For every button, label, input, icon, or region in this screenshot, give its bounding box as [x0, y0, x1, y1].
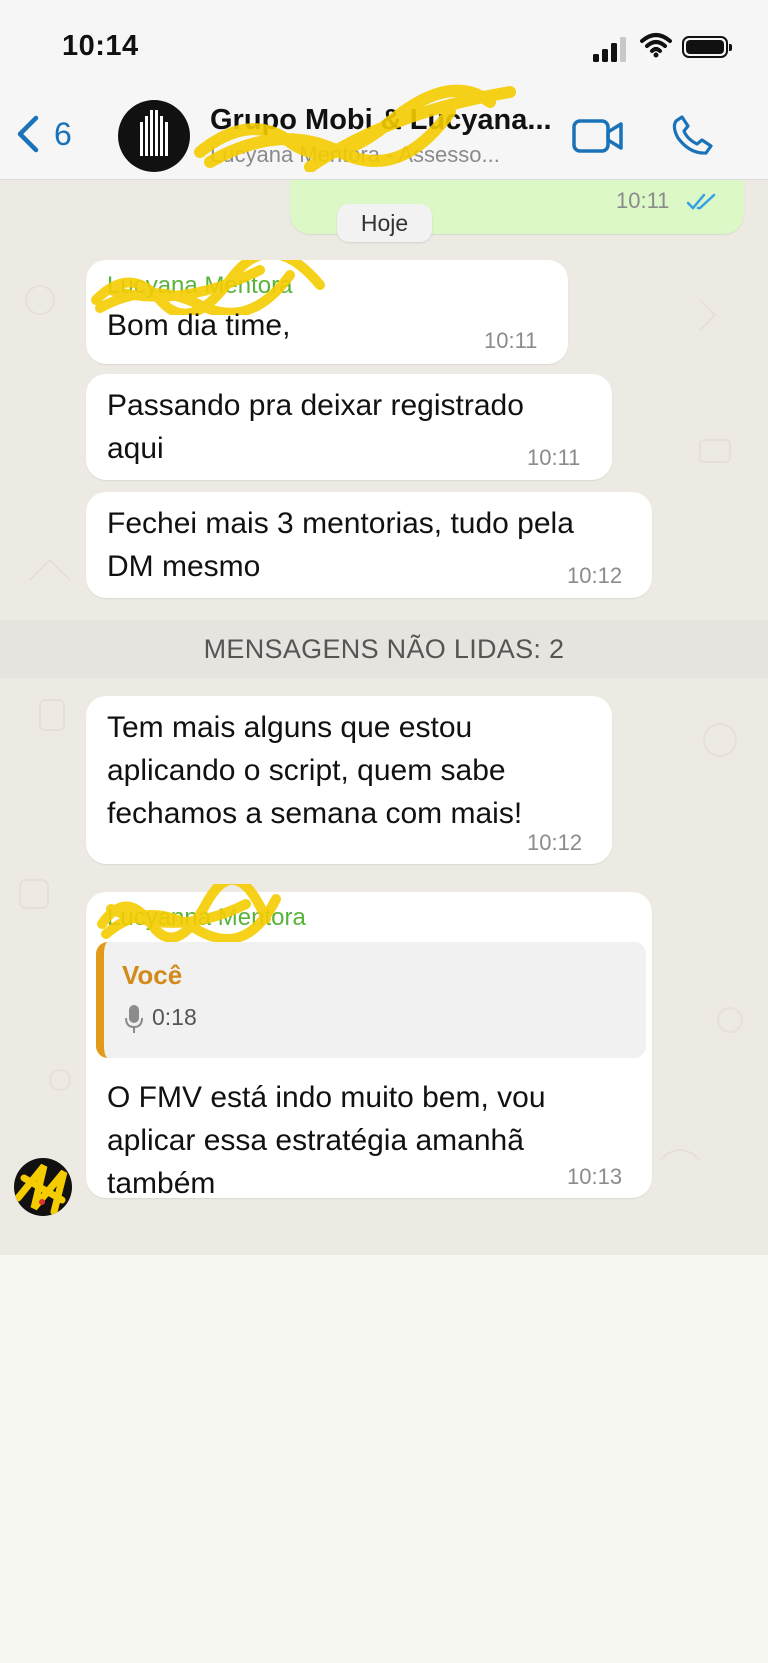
status-bar: 10:14: [0, 0, 768, 100]
quoted-message[interactable]: Você 0:18: [96, 942, 646, 1058]
sender-avatar[interactable]: [14, 1158, 72, 1216]
signal-icon: [593, 37, 626, 62]
message-time: 10:11: [527, 445, 581, 470]
message-text-line: DM mesmo: [107, 550, 261, 583]
unread-chats-count: 6: [54, 115, 72, 152]
message-sender[interactable]: Lucyanna Mentora: [107, 904, 306, 932]
back-button[interactable]: 6: [14, 114, 72, 154]
incoming-message-bubble[interactable]: Passando pra deixar registrado aqui 10:1…: [86, 374, 612, 480]
incoming-message-bubble[interactable]: Tem mais alguns que estou aplicando o sc…: [86, 696, 612, 864]
double-check-icon: [686, 193, 716, 210]
message-time: 10:13: [567, 1164, 623, 1189]
message-text-line: aplicando o script, quem sabe: [107, 754, 506, 787]
phone-call-icon[interactable]: [672, 114, 714, 156]
incoming-message-bubble[interactable]: Fechei mais 3 mentorias, tudo pela DM me…: [86, 492, 652, 598]
message-text-line: O FMV está indo muito bem, vou: [107, 1081, 546, 1114]
building-logo-icon: [140, 110, 168, 156]
message-time: 10:12: [527, 830, 583, 855]
chat-header: 6 Grupo Mobi & Lucyana... Lucyana Mentor…: [0, 84, 768, 180]
message-text-line: fechamos a semana com mais!: [107, 797, 523, 830]
chat-title[interactable]: Grupo Mobi & Lucyana...: [210, 104, 550, 137]
redaction-scribble: [14, 1163, 68, 1216]
wifi-icon: [640, 33, 672, 58]
message-text-line: também: [107, 1167, 216, 1200]
message-time: 10:11: [616, 188, 670, 213]
date-separator: Hoje: [337, 204, 432, 242]
status-time: 10:14: [62, 30, 139, 62]
message-text-line: Fechei mais 3 mentorias, tudo pela: [107, 507, 574, 540]
message-text-line: aplicar essa estratégia amanhã: [107, 1124, 524, 1157]
message-text-line: Tem mais alguns que estou: [107, 711, 473, 744]
video-call-icon[interactable]: [572, 118, 624, 154]
message-text-line: aqui: [107, 432, 164, 465]
voice-note-duration: 0:18: [152, 1004, 197, 1030]
chat-area[interactable]: 10:11 Hoje Lucyana Mentora Bom dia time,…: [0, 180, 768, 1255]
message-text-line: Passando pra deixar registrado: [107, 389, 524, 422]
unread-messages-divider: MENSAGENS NÃO LIDAS: 2: [0, 620, 768, 678]
group-avatar[interactable]: [118, 100, 190, 172]
message-sender[interactable]: Lucyana Mentora: [107, 272, 292, 300]
incoming-message-bubble[interactable]: Lucyana Mentora Bom dia time, 10:11: [86, 260, 568, 364]
incoming-reply-bubble[interactable]: Lucyanna Mentora Você 0:18 O FMV está in…: [86, 884, 652, 1200]
back-chevron-icon: [17, 115, 39, 153]
microphone-icon: [125, 1005, 143, 1033]
chat-participants[interactable]: Lucyana Mentora - Assesso...: [210, 142, 560, 168]
battery-icon: [682, 36, 732, 58]
message-time: 10:12: [567, 563, 623, 588]
message-time: 10:11: [484, 328, 538, 353]
message-text: Bom dia time,: [107, 309, 291, 342]
quoted-sender: Você: [122, 960, 183, 990]
